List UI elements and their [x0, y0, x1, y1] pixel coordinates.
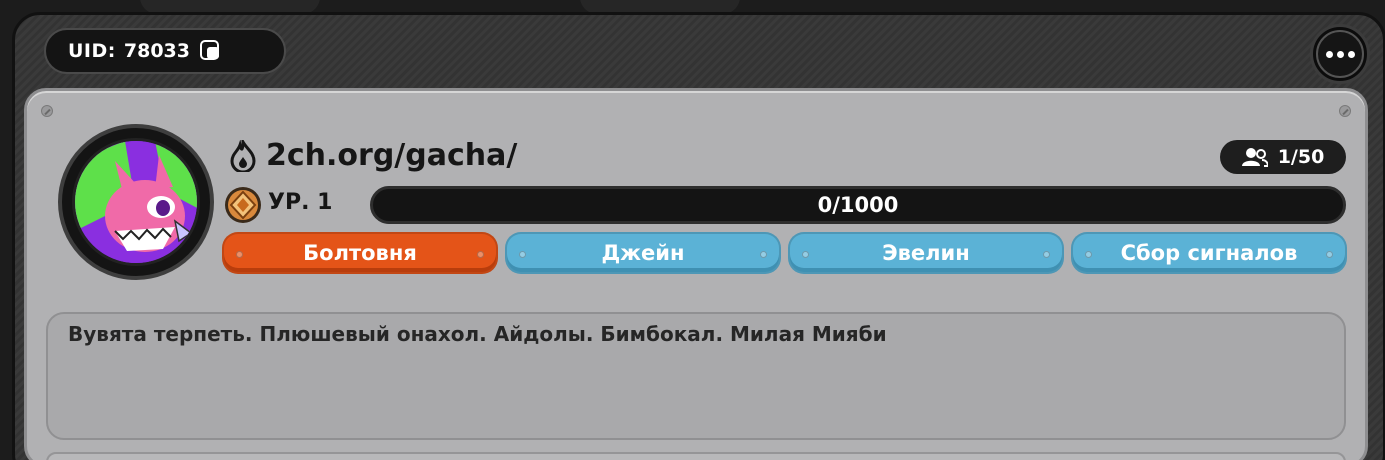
avatar-art-icon	[75, 141, 197, 263]
tag-label: Сбор сигналов	[1120, 241, 1298, 265]
screw-icon	[1339, 105, 1351, 117]
uid-value: 78033	[123, 40, 190, 62]
more-icon	[1316, 30, 1364, 78]
tag-chat[interactable]: Болтовня	[222, 232, 498, 274]
copy-icon[interactable]	[199, 40, 220, 60]
tag-jane[interactable]: Джейн	[505, 232, 781, 274]
tag-evelyn[interactable]: Эвелин	[788, 232, 1064, 274]
tag-signal-search[interactable]: Сбор сигналов	[1071, 232, 1347, 274]
tag-label: Болтовня	[303, 241, 417, 265]
xp-progress-bar: 0/1000	[370, 186, 1346, 224]
level-badge-icon	[225, 187, 261, 223]
flame-icon	[230, 139, 256, 172]
next-section-edge	[46, 452, 1346, 460]
uid-label: UID:	[68, 40, 116, 62]
description-text: Вувята терпеть. Плюшевый онахол. Айдолы.…	[68, 322, 887, 346]
club-name: 2ch.org/gacha/	[266, 138, 518, 173]
level-label: УР. 1	[268, 190, 333, 215]
club-description: Вувята терпеть. Плюшевый онахол. Айдолы.…	[46, 312, 1346, 440]
xp-text: 0/1000	[817, 193, 899, 217]
members-count: 1/50	[1277, 146, 1325, 168]
screw-icon	[41, 105, 53, 117]
avatar-image	[72, 138, 200, 266]
members-icon	[1241, 148, 1268, 167]
uid-pill[interactable]: UID: 78033	[44, 28, 286, 74]
members-count-badge: 1/50	[1220, 140, 1346, 174]
club-name-row: 2ch.org/gacha/	[228, 138, 517, 173]
tag-label: Эвелин	[882, 241, 970, 265]
club-avatar[interactable]	[58, 124, 214, 280]
more-options-button[interactable]	[1310, 24, 1370, 84]
tag-label: Джейн	[601, 241, 685, 265]
